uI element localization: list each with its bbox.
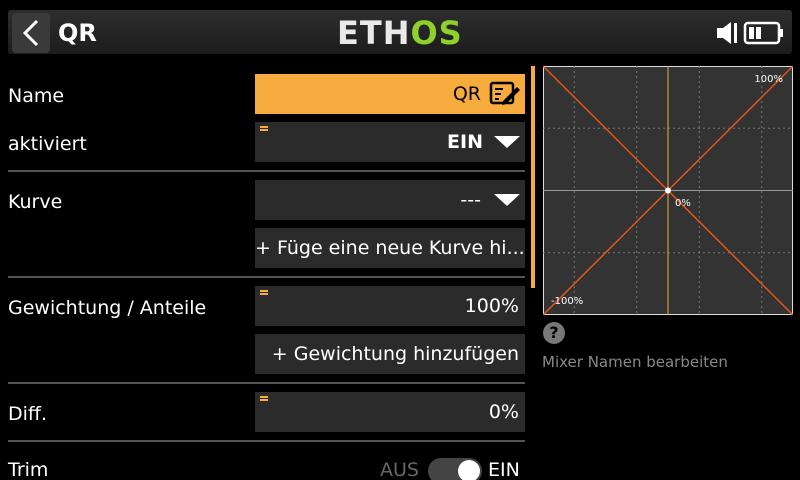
trim-off-label: AUS	[380, 459, 419, 480]
battery-icon	[743, 21, 783, 45]
header-bar: QR ETHOS	[0, 0, 800, 64]
divider	[8, 440, 525, 442]
chevron-down-icon	[494, 136, 520, 148]
toggle-knob	[458, 460, 480, 480]
scrollbar[interactable]	[531, 66, 535, 288]
curve-label: Kurve	[8, 191, 63, 213]
name-value: QR	[452, 83, 481, 105]
chart-label-center: 0%	[675, 198, 691, 209]
diff-field[interactable]: 0%	[255, 392, 525, 432]
chevron-down-icon	[494, 194, 520, 206]
chart-label-max: 100%	[754, 74, 783, 85]
chart-label-min: -100%	[551, 296, 583, 307]
curve-chart: 100% -100% 0%	[543, 66, 793, 315]
trim-toggle[interactable]	[428, 458, 482, 480]
current-point	[665, 187, 671, 194]
curve-dropdown[interactable]: ---	[255, 180, 525, 220]
weight-value: 100%	[464, 295, 519, 317]
help-icon[interactable]: ?	[543, 322, 565, 344]
weight-label: Gewichtung / Anteile	[8, 297, 207, 319]
ethos-logo: ETHOS	[337, 15, 463, 51]
edit-icon	[489, 81, 520, 105]
source-marker-icon	[260, 290, 268, 296]
back-button[interactable]	[12, 13, 50, 53]
help-text: Mixer Namen bearbeiten	[542, 353, 728, 371]
page-title: QR	[58, 19, 97, 47]
enabled-value: EIN	[447, 131, 483, 153]
source-marker-icon	[260, 126, 268, 132]
weight-field[interactable]: 100%	[255, 286, 525, 326]
divider	[8, 276, 525, 278]
divider	[8, 382, 525, 384]
diff-value: 0%	[488, 401, 519, 423]
logo-text-white: ETH	[337, 14, 411, 52]
curve-value: ---	[460, 189, 481, 211]
diff-label: Diff.	[8, 403, 48, 425]
trim-label: Trim	[8, 459, 49, 480]
divider	[8, 170, 525, 172]
logo-text-green: OS	[410, 14, 463, 52]
enabled-dropdown[interactable]: EIN	[255, 122, 525, 162]
chevron-left-icon	[22, 19, 39, 47]
speaker-icon	[717, 22, 737, 44]
source-marker-icon	[260, 396, 268, 402]
add-weight-button[interactable]: + Gewichtung hinzufügen	[255, 334, 525, 374]
name-label: Name	[8, 85, 65, 107]
name-field[interactable]: QR	[255, 74, 525, 114]
mixer-form: Name QR aktiviert EIN Kurve --- + Füge e…	[0, 64, 532, 480]
trim-on-label: EIN	[488, 459, 520, 480]
status-icons	[717, 21, 783, 45]
add-curve-button[interactable]: + Füge eine neue Kurve hi...	[255, 228, 525, 268]
enabled-label: aktiviert	[8, 133, 87, 155]
